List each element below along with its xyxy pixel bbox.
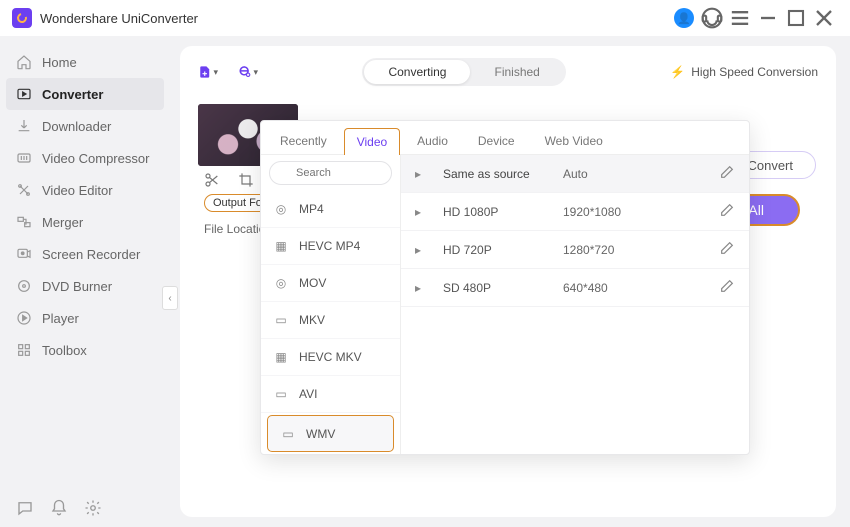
format-item-avi[interactable]: ▭AVI bbox=[261, 376, 400, 413]
popup-tab-recently[interactable]: Recently bbox=[267, 127, 340, 154]
dvd-icon bbox=[16, 278, 32, 294]
home-icon bbox=[16, 54, 32, 70]
sidebar-item-player[interactable]: Player bbox=[0, 302, 170, 334]
sidebar-item-label: Merger bbox=[42, 215, 83, 230]
compressor-icon bbox=[16, 150, 32, 166]
sidebar-item-editor[interactable]: Video Editor bbox=[0, 174, 170, 206]
play-box-icon: ▸ bbox=[415, 205, 431, 219]
popup-tab-video[interactable]: Video bbox=[344, 128, 400, 155]
minimize-icon[interactable] bbox=[754, 4, 782, 32]
tab-converting[interactable]: Converting bbox=[364, 60, 470, 84]
format-list: 🔍 ◎MP4 ▦HEVC MP4 ◎MOV ▭MKV ▦HEVC MKV ▭AV… bbox=[261, 155, 401, 454]
disc-icon: ◎ bbox=[273, 201, 289, 217]
play-box-icon: ▸ bbox=[415, 281, 431, 295]
close-icon[interactable] bbox=[810, 4, 838, 32]
sidebar-item-label: DVD Burner bbox=[42, 279, 112, 294]
sidebar-item-label: Video Compressor bbox=[42, 151, 149, 166]
sidebar-item-converter[interactable]: Converter bbox=[6, 78, 164, 110]
menu-icon[interactable] bbox=[726, 4, 754, 32]
trim-icon[interactable] bbox=[204, 172, 220, 188]
sidebar-item-label: Home bbox=[42, 55, 77, 70]
codec-icon: ▦ bbox=[273, 238, 289, 254]
sidebar-item-label: Player bbox=[42, 311, 79, 326]
settings-icon[interactable] bbox=[84, 499, 102, 517]
sidebar-item-toolbox[interactable]: Toolbox bbox=[0, 334, 170, 366]
popup-tab-web[interactable]: Web Video bbox=[532, 127, 616, 154]
sidebar: Home Converter Downloader Video Compress… bbox=[0, 36, 170, 527]
crop-icon[interactable] bbox=[238, 172, 254, 188]
sidebar-item-label: Screen Recorder bbox=[42, 247, 140, 262]
format-item-mp4[interactable]: ◎MP4 bbox=[261, 191, 400, 228]
film-icon: ▭ bbox=[280, 426, 296, 442]
status-segmented: Converting Finished bbox=[362, 58, 565, 86]
titlebar: Wondershare UniConverter 👤 bbox=[0, 0, 850, 36]
sidebar-item-recorder[interactable]: Screen Recorder bbox=[0, 238, 170, 270]
feedback-icon[interactable] bbox=[16, 499, 34, 517]
film-icon: ▭ bbox=[273, 386, 289, 402]
edit-icon[interactable] bbox=[719, 278, 735, 297]
sidebar-item-label: Toolbox bbox=[42, 343, 87, 358]
account-icon[interactable]: 👤 bbox=[670, 4, 698, 32]
download-icon bbox=[16, 118, 32, 134]
high-speed-label: High Speed Conversion bbox=[691, 65, 818, 79]
add-file-button[interactable]: ▾ bbox=[198, 62, 218, 82]
format-item-wmv[interactable]: ▭WMV bbox=[267, 415, 394, 452]
editor-icon bbox=[16, 182, 32, 198]
sidebar-item-compressor[interactable]: Video Compressor bbox=[0, 142, 170, 174]
app-title: Wondershare UniConverter bbox=[40, 11, 198, 26]
video-icon: ▭ bbox=[273, 312, 289, 328]
support-icon[interactable] bbox=[698, 4, 726, 32]
format-item-hevcmkv[interactable]: ▦HEVC MKV bbox=[261, 339, 400, 376]
player-icon bbox=[16, 310, 32, 326]
sidebar-item-dvd[interactable]: DVD Burner bbox=[0, 270, 170, 302]
resolution-row[interactable]: ▸ SD 480P 640*480 bbox=[401, 269, 749, 307]
sidebar-footer bbox=[16, 499, 102, 517]
format-item-hevcmp4[interactable]: ▦HEVC MP4 bbox=[261, 228, 400, 265]
maximize-icon[interactable] bbox=[782, 4, 810, 32]
bolt-icon: ⚡ bbox=[670, 65, 685, 79]
popup-tab-device[interactable]: Device bbox=[465, 127, 528, 154]
resolution-list: ▸ Same as source Auto ▸ HD 1080P 1920*10… bbox=[401, 155, 749, 454]
play-box-icon: ▸ bbox=[415, 167, 431, 181]
disc-icon: ◎ bbox=[273, 275, 289, 291]
high-speed-toggle[interactable]: ⚡ High Speed Conversion bbox=[670, 65, 818, 79]
format-search-input[interactable] bbox=[269, 161, 392, 185]
merger-icon bbox=[16, 214, 32, 230]
sidebar-item-label: Video Editor bbox=[42, 183, 113, 198]
codec-icon: ▦ bbox=[273, 349, 289, 365]
sidebar-item-home[interactable]: Home bbox=[0, 46, 170, 78]
add-url-button[interactable]: ▾ bbox=[238, 62, 258, 82]
format-item-mkv[interactable]: ▭MKV bbox=[261, 302, 400, 339]
recorder-icon bbox=[16, 246, 32, 262]
edit-icon[interactable] bbox=[719, 202, 735, 221]
sidebar-item-label: Downloader bbox=[42, 119, 111, 134]
app-logo bbox=[12, 8, 32, 28]
sidebar-item-merger[interactable]: Merger bbox=[0, 206, 170, 238]
format-popup: Recently Video Audio Device Web Video 🔍 … bbox=[260, 120, 750, 455]
play-box-icon: ▸ bbox=[415, 243, 431, 257]
resolution-row[interactable]: ▸ Same as source Auto bbox=[401, 155, 749, 193]
sidebar-item-label: Converter bbox=[42, 87, 103, 102]
popup-tab-audio[interactable]: Audio bbox=[404, 127, 461, 154]
edit-icon[interactable] bbox=[719, 240, 735, 259]
notification-icon[interactable] bbox=[50, 499, 68, 517]
tab-finished[interactable]: Finished bbox=[470, 60, 563, 84]
sidebar-item-downloader[interactable]: Downloader bbox=[0, 110, 170, 142]
sidebar-collapse-button[interactable]: ‹ bbox=[162, 286, 178, 310]
resolution-row[interactable]: ▸ HD 720P 1280*720 bbox=[401, 231, 749, 269]
toolbox-icon bbox=[16, 342, 32, 358]
converter-icon bbox=[16, 86, 32, 102]
resolution-row[interactable]: ▸ HD 1080P 1920*1080 bbox=[401, 193, 749, 231]
edit-icon[interactable] bbox=[719, 164, 735, 183]
format-item-mov[interactable]: ◎MOV bbox=[261, 265, 400, 302]
